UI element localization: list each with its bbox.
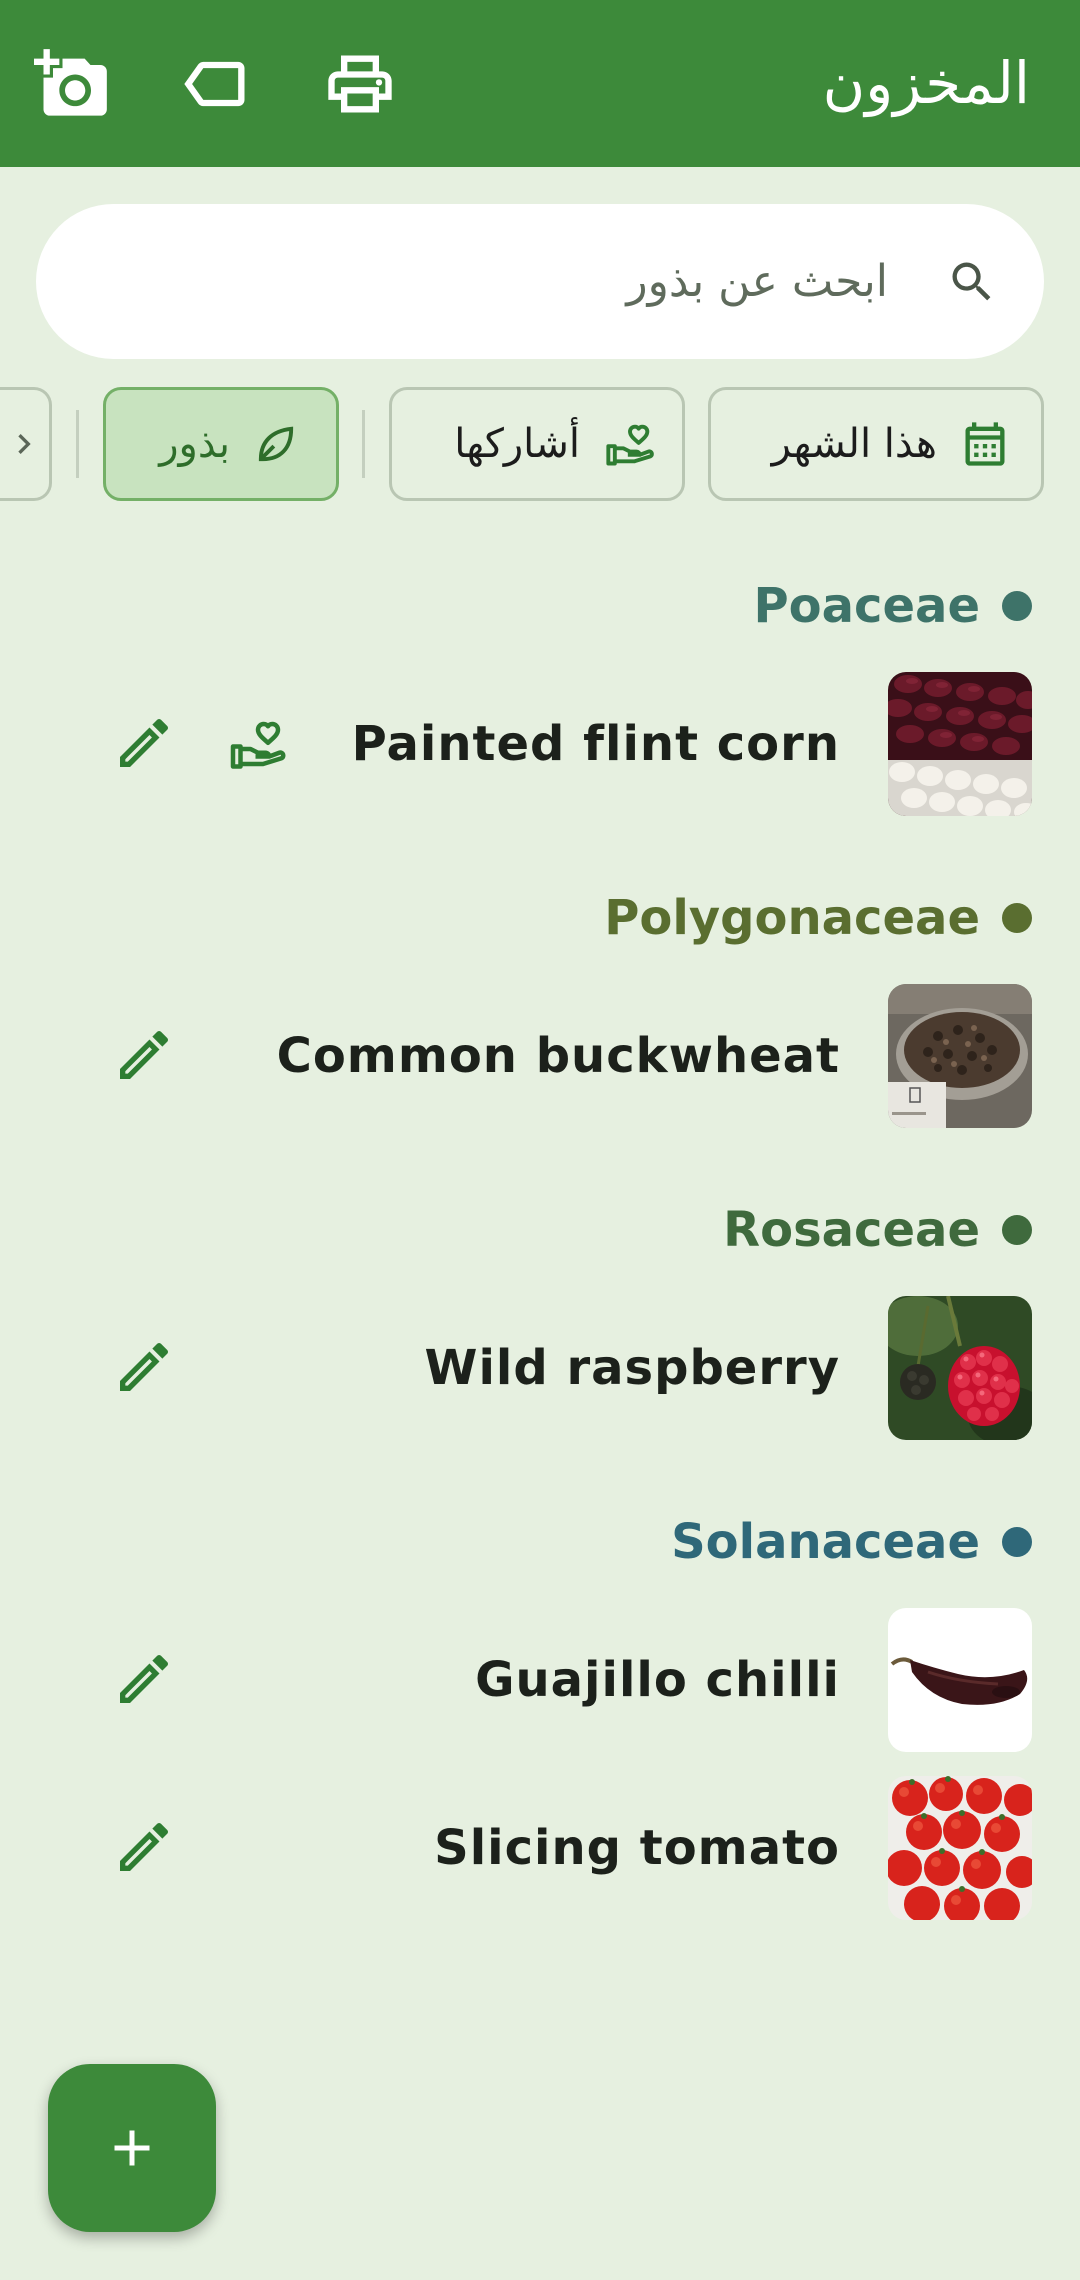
search-bar[interactable]: ابحث عن بذور bbox=[36, 204, 1044, 359]
seed-name[interactable]: Slicing tomato bbox=[434, 1808, 840, 1888]
seed-photo-raspberry[interactable] bbox=[888, 1296, 1032, 1440]
leaf-icon bbox=[258, 426, 294, 462]
chips-scroll-more[interactable] bbox=[0, 387, 52, 501]
chip-this-month[interactable]: هذا الشهر bbox=[708, 387, 1044, 501]
label-icon[interactable] bbox=[178, 46, 254, 122]
seed-photo-chilli[interactable] bbox=[888, 1608, 1032, 1752]
edit-icon[interactable] bbox=[112, 1023, 176, 1087]
volunteer-heart-hand-icon bbox=[606, 424, 654, 466]
family-dot bbox=[1002, 1527, 1032, 1557]
family-header: Rosaceae bbox=[723, 1202, 980, 1258]
page-title: المخزون bbox=[822, 49, 1030, 117]
tomato-image bbox=[888, 1776, 1032, 1920]
plus-icon bbox=[114, 2130, 150, 2166]
seed-photo-corn[interactable] bbox=[888, 672, 1032, 816]
chip-sharing-label: أشاركها bbox=[454, 421, 580, 467]
raspberry-image bbox=[888, 1296, 1032, 1440]
print-icon[interactable] bbox=[322, 46, 398, 122]
family-dot bbox=[1002, 903, 1032, 933]
seed-name[interactable]: Common buckwheat bbox=[277, 1016, 840, 1096]
family-dot bbox=[1002, 591, 1032, 621]
chip-divider bbox=[76, 410, 79, 478]
buckwheat-image bbox=[888, 984, 1032, 1128]
search-placeholder: ابحث عن بذور bbox=[626, 256, 888, 307]
chip-seeds-label: بذور bbox=[159, 421, 230, 467]
seed-name[interactable]: Guajillo chilli bbox=[475, 1640, 840, 1720]
seed-photo-tomato[interactable] bbox=[888, 1776, 1032, 1920]
chilli-image bbox=[888, 1608, 1032, 1752]
corn-image bbox=[888, 672, 1032, 816]
family-header: Poaceae bbox=[753, 578, 981, 634]
edit-icon[interactable] bbox=[112, 1647, 176, 1711]
chip-divider bbox=[362, 410, 365, 478]
add-photo-icon[interactable] bbox=[34, 46, 110, 122]
edit-icon[interactable] bbox=[112, 1335, 176, 1399]
family-header: Solanaceae bbox=[671, 1514, 980, 1570]
volunteer-heart-hand-icon bbox=[230, 721, 286, 769]
seed-name[interactable]: Painted flint corn bbox=[352, 704, 840, 784]
chip-sharing[interactable]: أشاركها bbox=[389, 387, 685, 501]
family-dot bbox=[1002, 1215, 1032, 1245]
family-header: Polygonaceae bbox=[604, 890, 980, 946]
calendar-icon bbox=[965, 422, 1005, 466]
seed-photo-buckwheat[interactable] bbox=[888, 984, 1032, 1128]
edit-icon[interactable] bbox=[112, 711, 176, 775]
app-bar: المخزون bbox=[0, 0, 1080, 167]
search-icon[interactable] bbox=[946, 256, 998, 308]
add-seed-fab[interactable] bbox=[48, 2064, 216, 2232]
chip-this-month-label: هذا الشهر bbox=[771, 421, 937, 467]
chevron-right-icon bbox=[18, 434, 31, 454]
chip-seeds[interactable]: بذور bbox=[103, 387, 339, 501]
edit-icon[interactable] bbox=[112, 1815, 176, 1879]
seed-name[interactable]: Wild raspberry bbox=[425, 1328, 840, 1408]
